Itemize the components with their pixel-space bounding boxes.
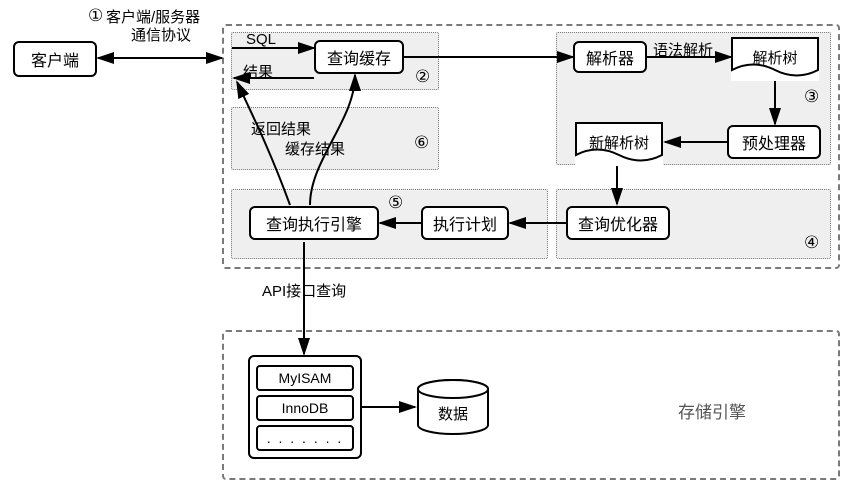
result-label: 结果 [243,61,273,82]
step-6: ⑥ [414,133,429,153]
new-parse-tree-doc: 新解析树 [575,122,663,166]
new-parse-tree-label: 新解析树 [575,132,663,153]
query-cache-box: 查询缓存 [314,40,404,74]
api-query-label: API接口查询 [262,280,346,301]
parse-tree-label: 解析树 [731,47,819,68]
exec-engine-box: 查询执行引擎 [249,206,379,240]
storage-title: 存储引擎 [678,398,746,423]
parser-label: 解析器 [586,45,634,69]
step-5: ⑤ [388,193,403,213]
engine-myisam-label: MyISAM [279,370,332,386]
preprocessor-label: 预处理器 [742,130,806,154]
query-cache-label: 查询缓存 [327,45,391,69]
engine-more: . . . . . . . [256,425,354,451]
protocol-label-2: 通信协议 [131,24,191,45]
exec-plan-box: 执行计划 [421,206,509,240]
parse-tree-doc: 解析树 [731,37,819,81]
step-2: ② [415,67,430,87]
query-optimizer-box: 查询优化器 [566,206,670,240]
engine-more-label: . . . . . . . [267,430,344,446]
engine-innodb: InnoDB [256,395,354,421]
client-label: 客户端 [31,47,79,71]
client-box: 客户端 [13,41,97,77]
exec-plan-label: 执行计划 [433,211,497,235]
step-1: ① [88,6,103,26]
engine-myisam: MyISAM [256,365,354,391]
step-3: ③ [804,87,819,107]
return-result-label: 返回结果 [251,118,311,139]
preprocessor-box: 预处理器 [727,125,821,159]
cache-result-label: 缓存结果 [285,138,345,159]
engine-innodb-label: InnoDB [282,400,329,416]
data-cylinder: 数据 [416,379,490,437]
query-optimizer-label: 查询优化器 [578,211,658,235]
sql-label: SQL [246,31,276,48]
parser-box: 解析器 [573,41,647,73]
exec-engine-label: 查询执行引擎 [266,211,362,235]
grammar-parse-label: 语法解析 [653,39,713,60]
step-4: ④ [804,233,819,253]
engine-list: MyISAM InnoDB . . . . . . . [248,355,362,459]
data-label: 数据 [416,403,490,424]
